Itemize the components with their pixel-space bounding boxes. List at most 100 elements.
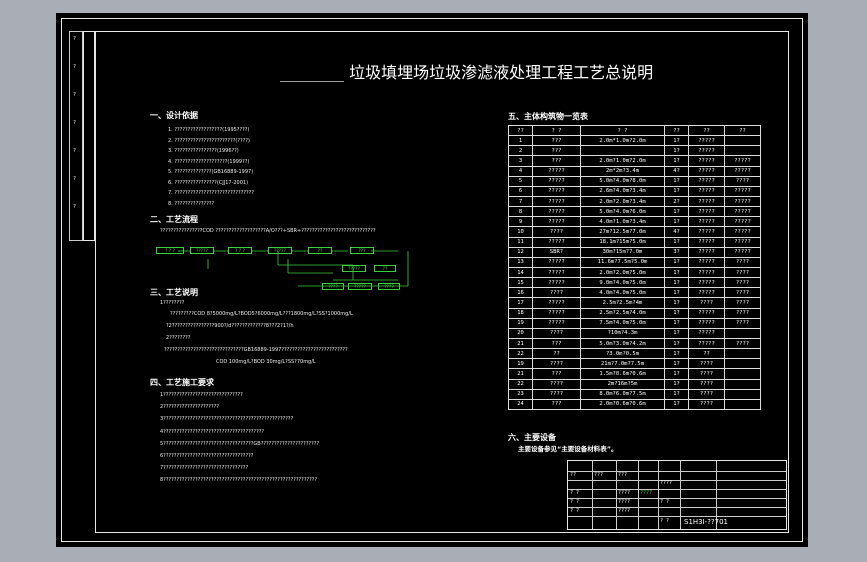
side-label: ? [73,36,77,42]
table-cell: 5.0m?4.0m?6.0m [580,206,665,218]
table-cell: 1? [664,256,689,268]
table-cell: 23 [508,388,533,400]
table-cell: 19 [508,317,533,329]
table-cell: ???? [724,317,761,329]
section-4-line: 1?????????????????????????????? [160,392,243,398]
tb-cell-11: ? ? [570,508,580,514]
flow-box-2: ????? [190,247,214,254]
table-cell: 1? [664,216,689,228]
table-row: 21??? 5.0m?3.0m?4.2m 1?????????? [508,337,761,350]
table-cell: ???? [724,266,761,279]
table-cell: 2.5m?2.5m?4m [580,297,665,309]
table-cell: ????? [724,155,761,167]
table-header-cell: ?? [664,124,689,137]
table-header-cell: ?? [508,124,533,137]
flow-box-9: ???? [322,283,344,290]
table-cell: 4.0m?4.0m?5.0m [580,287,665,299]
table-cell: 8.0m?6.0m?7.5m [580,388,665,400]
structures-table: ??? ?? ??????? 1??? 2.0m*1.0m?2.0m 1??????… [508,124,761,410]
table-cell: ????? [532,175,581,187]
tb-cell-6: ???? [618,490,631,496]
table-cell: 1? [664,358,689,370]
section-4-line: 2????????????????????? [160,404,219,411]
table-cell: 4? [664,165,689,177]
flow-box-7: ????? [342,265,366,272]
flow-box-3: ? ? ? [228,247,252,254]
table-cell: 20 [508,327,533,339]
table-cell: 5 [508,175,533,187]
table-cell: ????? [724,206,761,218]
table-cell: 27m?12.5m?7.0m [580,226,665,238]
table-cell: ????? [688,175,725,187]
tb-cell-13: ? ? [660,518,670,524]
table-cell: 2.0m?0.6m?0.6m [580,398,665,410]
tb-cell-8: ? ? [570,499,580,505]
table-cell: ????? [532,317,581,329]
table-cell: 10 [508,226,533,238]
section-4-line: 5??????????????????????????????????GB???… [160,440,320,447]
binding-margin-strip-inner [83,31,95,241]
table-row: 24??? 2.0m?0.6m?0.6m 1????? [508,398,761,410]
table-cell [724,378,761,390]
section-3-heading: 三、工艺说明 [150,288,198,297]
table-cell: 5.0m?3.0m?4.2m [580,337,665,350]
section-1-item: 2. ???????????????????????(????) [168,137,250,144]
table-cell: 1? [664,175,689,187]
table-cell: 18.1m?15m?5.0m [580,236,665,248]
table-cell [724,388,761,400]
section-2-heading: 二、工艺流程 [150,215,198,224]
flow-box-10: ????? [348,283,372,290]
table-cell: 2m?16m?5m [580,378,665,390]
table-cell: 24 [508,398,533,410]
table-row: 20???? ?10m?4.3m 1?????? [508,327,761,339]
table-cell: ????? [724,236,761,248]
table-cell: 16 [508,287,533,299]
section-1-item: 8. ??????????????? [168,200,215,207]
table-cell: 5.0m?4.0m?8.0m [580,175,665,187]
section-4-line: 7???????????????????????????????? [160,465,249,472]
section-5-heading: 五、主体构筑物一览表 [508,112,588,121]
table-cell: ??? [532,398,581,410]
table-cell: ????? [532,236,581,248]
section-6-heading: 六、主要设备 [508,433,556,442]
table-cell: ???? [724,297,761,309]
section-3-line: ??????????????????????????????GB16889-19… [164,347,348,353]
table-row: 13????? 11.6m?7.5m?5.0m 1?????????? [508,256,761,268]
table-cell [724,398,761,410]
table-cell: ???? [532,378,581,390]
table-cell: 6 [508,185,533,197]
table-cell: 1? [664,185,689,197]
table-cell: 1? [664,135,689,147]
table-cell: ????? [688,195,725,208]
section-4-line: 4?????????????????????????????????????? [160,428,265,435]
table-row: 3??? 2.0m?1.0m?2.0m 1??????????? [508,155,761,167]
table-cell: 1? [664,368,689,380]
table-cell [724,368,761,380]
side-label: ? [73,204,77,210]
table-cell: 7.5m?4.0m?5.0m [580,317,665,329]
table-cell: 7 [508,195,533,208]
table-cell: 1? [664,327,689,339]
table-cell: 9 [508,216,533,228]
side-label: ? [73,64,77,70]
table-cell: ????? [688,256,725,268]
table-cell: 15 [508,277,533,289]
table-cell: ????? [724,216,761,228]
table-cell: ??? [532,368,581,380]
table-cell: 13 [508,256,533,268]
flow-box-11: ???? [378,283,400,290]
table-cell: ???? [532,358,581,370]
table-cell: ????? [532,256,581,268]
table-cell: ????? [688,317,725,329]
table-cell: 3? [664,246,689,258]
table-cell [724,135,761,147]
section-2-text: ????????????????COD ???????????????????A… [160,228,376,234]
table-row: 9????? 4.0m?1.0m?3.4m 1??????????? [508,216,761,228]
table-cell: 1 [508,135,533,147]
table-cell: ???? [532,226,581,238]
table-cell: ????? [688,246,725,258]
table-cell: 2.5m?2.5m?4.0m [580,307,665,319]
table-cell: 1? [664,155,689,167]
table-row: 18????? 2.5m?2.5m?4.0m 1?????????? [508,307,761,319]
tb-cell-10: ? ? [660,499,670,505]
